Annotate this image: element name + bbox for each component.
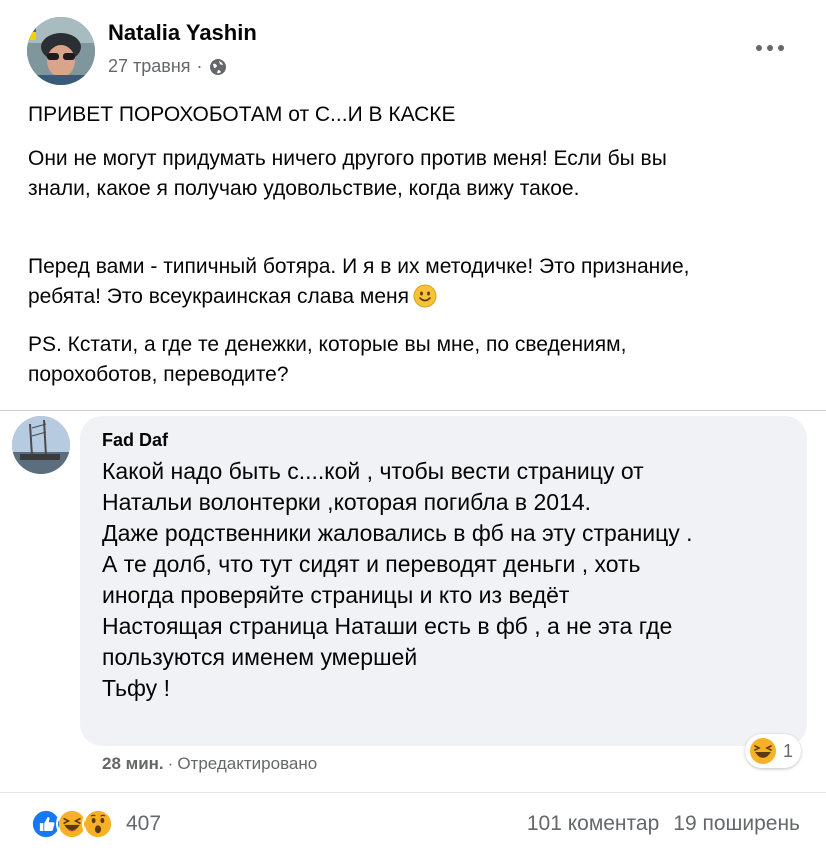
reaction-count[interactable]: 407 [126, 812, 161, 836]
comment-line: Натальи волонтерки ,которая погибла в 20… [102, 489, 592, 515]
meta-separator: · [196, 56, 203, 76]
more-options-icon[interactable] [752, 36, 788, 60]
post-paragraph-1: Они не могут придумать ничего другого пр… [28, 147, 667, 200]
comment-line: пользуются именем умершей [102, 644, 418, 670]
comment-line: А те долб, что тут сидят и переводят ден… [102, 551, 641, 577]
comment-reactions[interactable]: 1 [745, 734, 802, 768]
haha-reaction-icon [750, 738, 776, 764]
wow-reaction-icon [82, 808, 114, 840]
post-reactions[interactable]: 407 [30, 808, 161, 840]
post-stats: 101 коментар 19 поширень [527, 812, 800, 836]
smile-emoji-icon [413, 284, 437, 308]
comment-line: иногда проверяйте страницы и кто из ведё… [102, 582, 570, 608]
comment-text: Какой надо быть с....кой , чтобы вести с… [102, 456, 792, 704]
facebook-post: Natalia Yashin 27 травня · ПРИВЕТ ПОРОХО… [0, 0, 826, 862]
post-date[interactable]: 27 травня [108, 56, 191, 77]
comment-count-link[interactable]: 101 коментар [527, 812, 659, 836]
comment-meta-separator: · [167, 754, 174, 773]
post-title: ПРИВЕТ ПОРОХОБОТАМ от С...И В КАСКЕ [28, 103, 456, 126]
comments-divider [0, 410, 826, 411]
share-count-link[interactable]: 19 поширень [673, 812, 800, 836]
post-meta: 27 травня · [108, 56, 227, 77]
comment-line: Даже родственники жаловались в фб на эту… [102, 520, 693, 546]
post-paragraph-2-text: Перед вами - типичный ботяра. И я в их м… [28, 255, 690, 308]
comment-line: Какой надо быть с....кой , чтобы вести с… [102, 458, 644, 484]
comment-line: Тьфу ! [102, 675, 170, 701]
author-avatar[interactable] [27, 17, 95, 85]
author-name[interactable]: Natalia Yashin [108, 20, 257, 46]
comment-time[interactable]: 28 мин. [102, 754, 164, 773]
commenter-avatar[interactable] [12, 416, 70, 474]
comment-bubble: Fad Daf Какой надо быть с....кой , чтобы… [80, 416, 807, 746]
comment-reaction-count: 1 [783, 740, 794, 761]
comment-edited-label[interactable]: Отредактировано [177, 754, 317, 773]
post-paragraph-2: Перед вами - типичный ботяра. И я в их м… [28, 252, 728, 312]
comment-line: Настоящая страница Наташи есть в фб , а … [102, 613, 673, 639]
post-paragraph-3: PS. Кстати, а где те денежки, которые вы… [28, 333, 627, 386]
globe-icon[interactable] [209, 58, 227, 76]
comment-meta: 28 мин. · Отредактировано [102, 754, 317, 774]
footer-divider [0, 792, 826, 793]
commenter-name[interactable]: Fad Daf [102, 430, 168, 451]
